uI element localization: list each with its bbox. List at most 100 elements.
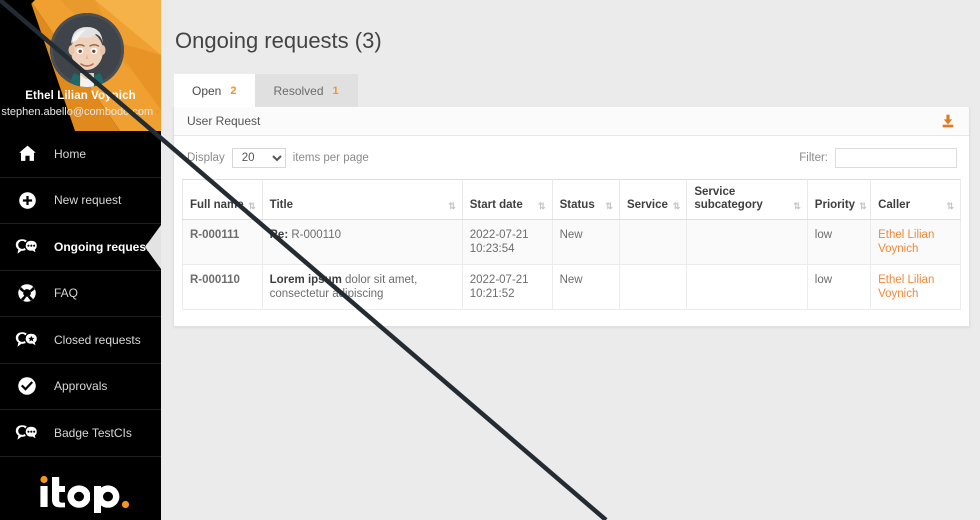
cell-title-rest: R-000110 <box>288 229 342 241</box>
column-header-service[interactable]: Service ⇅ <box>618 179 688 220</box>
tab-count-badge: 2 <box>230 85 237 97</box>
filter-input[interactable] <box>835 148 957 168</box>
tab-count-badge: 1 <box>332 85 339 97</box>
profile-name: Ethel Lilian Voynich <box>25 90 136 102</box>
profile-email-text: stephen.abello@combodo.com <box>1 106 154 118</box>
cell-status: New <box>551 264 620 310</box>
table-row[interactable]: R-000110 Lorem ipsum dolor sit amet, con… <box>182 264 961 310</box>
panel-header: User Request <box>174 107 969 136</box>
start-date-date: 2022-07-21 <box>469 229 529 241</box>
app-root: Ethel Lilian Voynich stephen.abello@comb… <box>0 0 980 520</box>
caller-link[interactable]: Ethel Lilian Voynich <box>878 274 934 300</box>
cell-title-lead: Re: <box>269 229 289 241</box>
main-content: Ongoing requests (3) Open 2 Resolved 1 U… <box>161 0 980 520</box>
start-date-time: 10:23:54 <box>469 243 515 255</box>
cell-start-date: 2022-07-21 10:21:52 <box>461 264 553 310</box>
display-label: Display <box>187 152 225 164</box>
sidebar-nav: Home New request Ongoing requests FAQ Cl… <box>0 131 161 464</box>
column-header-caller[interactable]: Caller ⇅ <box>870 179 961 220</box>
tab-resolved[interactable]: Resolved 1 <box>255 74 358 107</box>
active-indicator-notch <box>145 224 161 269</box>
cell-title: Re: R-000110 <box>261 219 463 265</box>
caller-link[interactable]: Ethel Lilian Voynich <box>878 229 934 255</box>
column-label: Status <box>559 199 595 211</box>
table-body: R-000111 Re: R-000110 2022-07-21 10:23:5… <box>182 219 961 310</box>
chevron-down-icon: ▾ <box>155 107 160 117</box>
cell-service <box>618 264 688 310</box>
sidebar-profile[interactable]: Ethel Lilian Voynich stephen.abello@comb… <box>0 0 161 131</box>
requests-table: Full name ⇅ Title ⇅ Start date ⇅ Status … <box>182 179 961 310</box>
avatar <box>50 13 124 87</box>
sort-icon: ⇅ <box>605 201 612 211</box>
table-toolbar: Display 20 items per page Filter: <box>174 136 969 179</box>
profile-email[interactable]: stephen.abello@combodo.com ▾ <box>0 106 161 118</box>
sidebar-item-ongoing-requests[interactable]: Ongoing requests <box>0 224 161 271</box>
sort-icon: ⇅ <box>448 201 455 211</box>
ongoing-requests-icon <box>14 234 40 260</box>
sidebar-item-label: Home <box>54 146 87 161</box>
column-header-priority[interactable]: Priority ⇅ <box>806 179 872 220</box>
tab-bar: Open 2 Resolved 1 <box>173 74 970 107</box>
start-date-time: 10:21:52 <box>469 288 515 300</box>
cell-priority: low <box>806 264 872 310</box>
filter-label: Filter: <box>799 152 828 164</box>
tab-open[interactable]: Open 2 <box>174 74 256 107</box>
page-title: Ongoing requests (3) <box>175 28 382 53</box>
table-row[interactable]: R-000111 Re: R-000110 2022-07-21 10:23:5… <box>182 219 961 265</box>
column-header-title[interactable]: Title ⇅ <box>261 179 463 220</box>
display-controls: Display 20 items per page <box>187 148 369 168</box>
column-header-start-date[interactable]: Start date ⇅ <box>461 179 553 220</box>
column-header-status[interactable]: Status ⇅ <box>551 179 620 220</box>
sort-icon: ⇅ <box>859 201 866 211</box>
sort-icon: ⇅ <box>538 201 545 211</box>
cell-full-name: R-000110 <box>182 264 263 310</box>
cell-service-subcategory <box>686 219 808 265</box>
sidebar-item-new-request[interactable]: New request <box>0 178 161 224</box>
sort-icon: ⇅ <box>672 201 680 211</box>
itop-logo <box>0 464 161 520</box>
closed-requests-icon <box>14 327 40 353</box>
sidebar-item-closed-requests[interactable]: Closed requests <box>0 317 161 364</box>
user-avatar-icon <box>50 13 124 87</box>
cell-priority: low <box>806 219 872 265</box>
sidebar-item-approvals[interactable]: Approvals <box>0 364 161 410</box>
check-circle-icon <box>14 373 40 399</box>
download-icon[interactable] <box>938 111 958 131</box>
sidebar-item-label: Approvals <box>54 379 108 394</box>
column-label: Full name <box>190 199 244 211</box>
sidebar-item-label: Badge TestCIs <box>54 425 132 440</box>
column-header-full-name[interactable]: Full name ⇅ <box>182 179 263 220</box>
sidebar-item-label: Closed requests <box>54 332 141 347</box>
sort-icon: ⇅ <box>793 201 800 211</box>
column-header-service-subcategory[interactable]: Service subcategory ⇅ <box>686 179 808 220</box>
items-per-page-label: items per page <box>292 152 369 164</box>
column-label: Service subcategory <box>694 186 763 211</box>
sidebar-item-label: Ongoing requests <box>54 239 157 254</box>
cell-service-subcategory <box>686 264 808 310</box>
items-per-page-select[interactable]: 20 <box>231 148 286 168</box>
table-header: Full name ⇅ Title ⇅ Start date ⇅ Status … <box>182 179 961 220</box>
cell-caller: Ethel Lilian Voynich <box>870 264 961 310</box>
sidebar-item-faq[interactable]: FAQ <box>0 271 161 317</box>
cell-service <box>618 219 688 265</box>
plus-circle-icon <box>14 187 40 213</box>
column-label: Service <box>626 199 668 211</box>
sidebar-item-badge-testcis[interactable]: Badge TestCIs <box>0 410 161 457</box>
column-label: Priority <box>814 199 856 211</box>
column-label: Title <box>269 199 294 211</box>
cell-start-date: 2022-07-21 10:23:54 <box>461 219 553 265</box>
cell-full-name: R-000111 <box>182 219 263 265</box>
sort-icon: ⇅ <box>248 201 255 211</box>
badge-icon <box>14 420 40 446</box>
sidebar-item-label: New request <box>54 193 122 208</box>
sidebar: Ethel Lilian Voynich stephen.abello@comb… <box>0 0 161 520</box>
tab-label: Open <box>192 84 222 98</box>
sort-icon: ⇅ <box>946 201 953 211</box>
cell-status: New <box>551 219 620 265</box>
column-label: Start date <box>469 199 523 211</box>
cell-title-lead: Lorem ipsum <box>269 274 342 286</box>
table-header-row: Full name ⇅ Title ⇅ Start date ⇅ Status … <box>182 179 961 220</box>
sidebar-item-home[interactable]: Home <box>0 131 161 178</box>
user-request-panel: User Request Display 20 items per page F… <box>173 107 970 327</box>
